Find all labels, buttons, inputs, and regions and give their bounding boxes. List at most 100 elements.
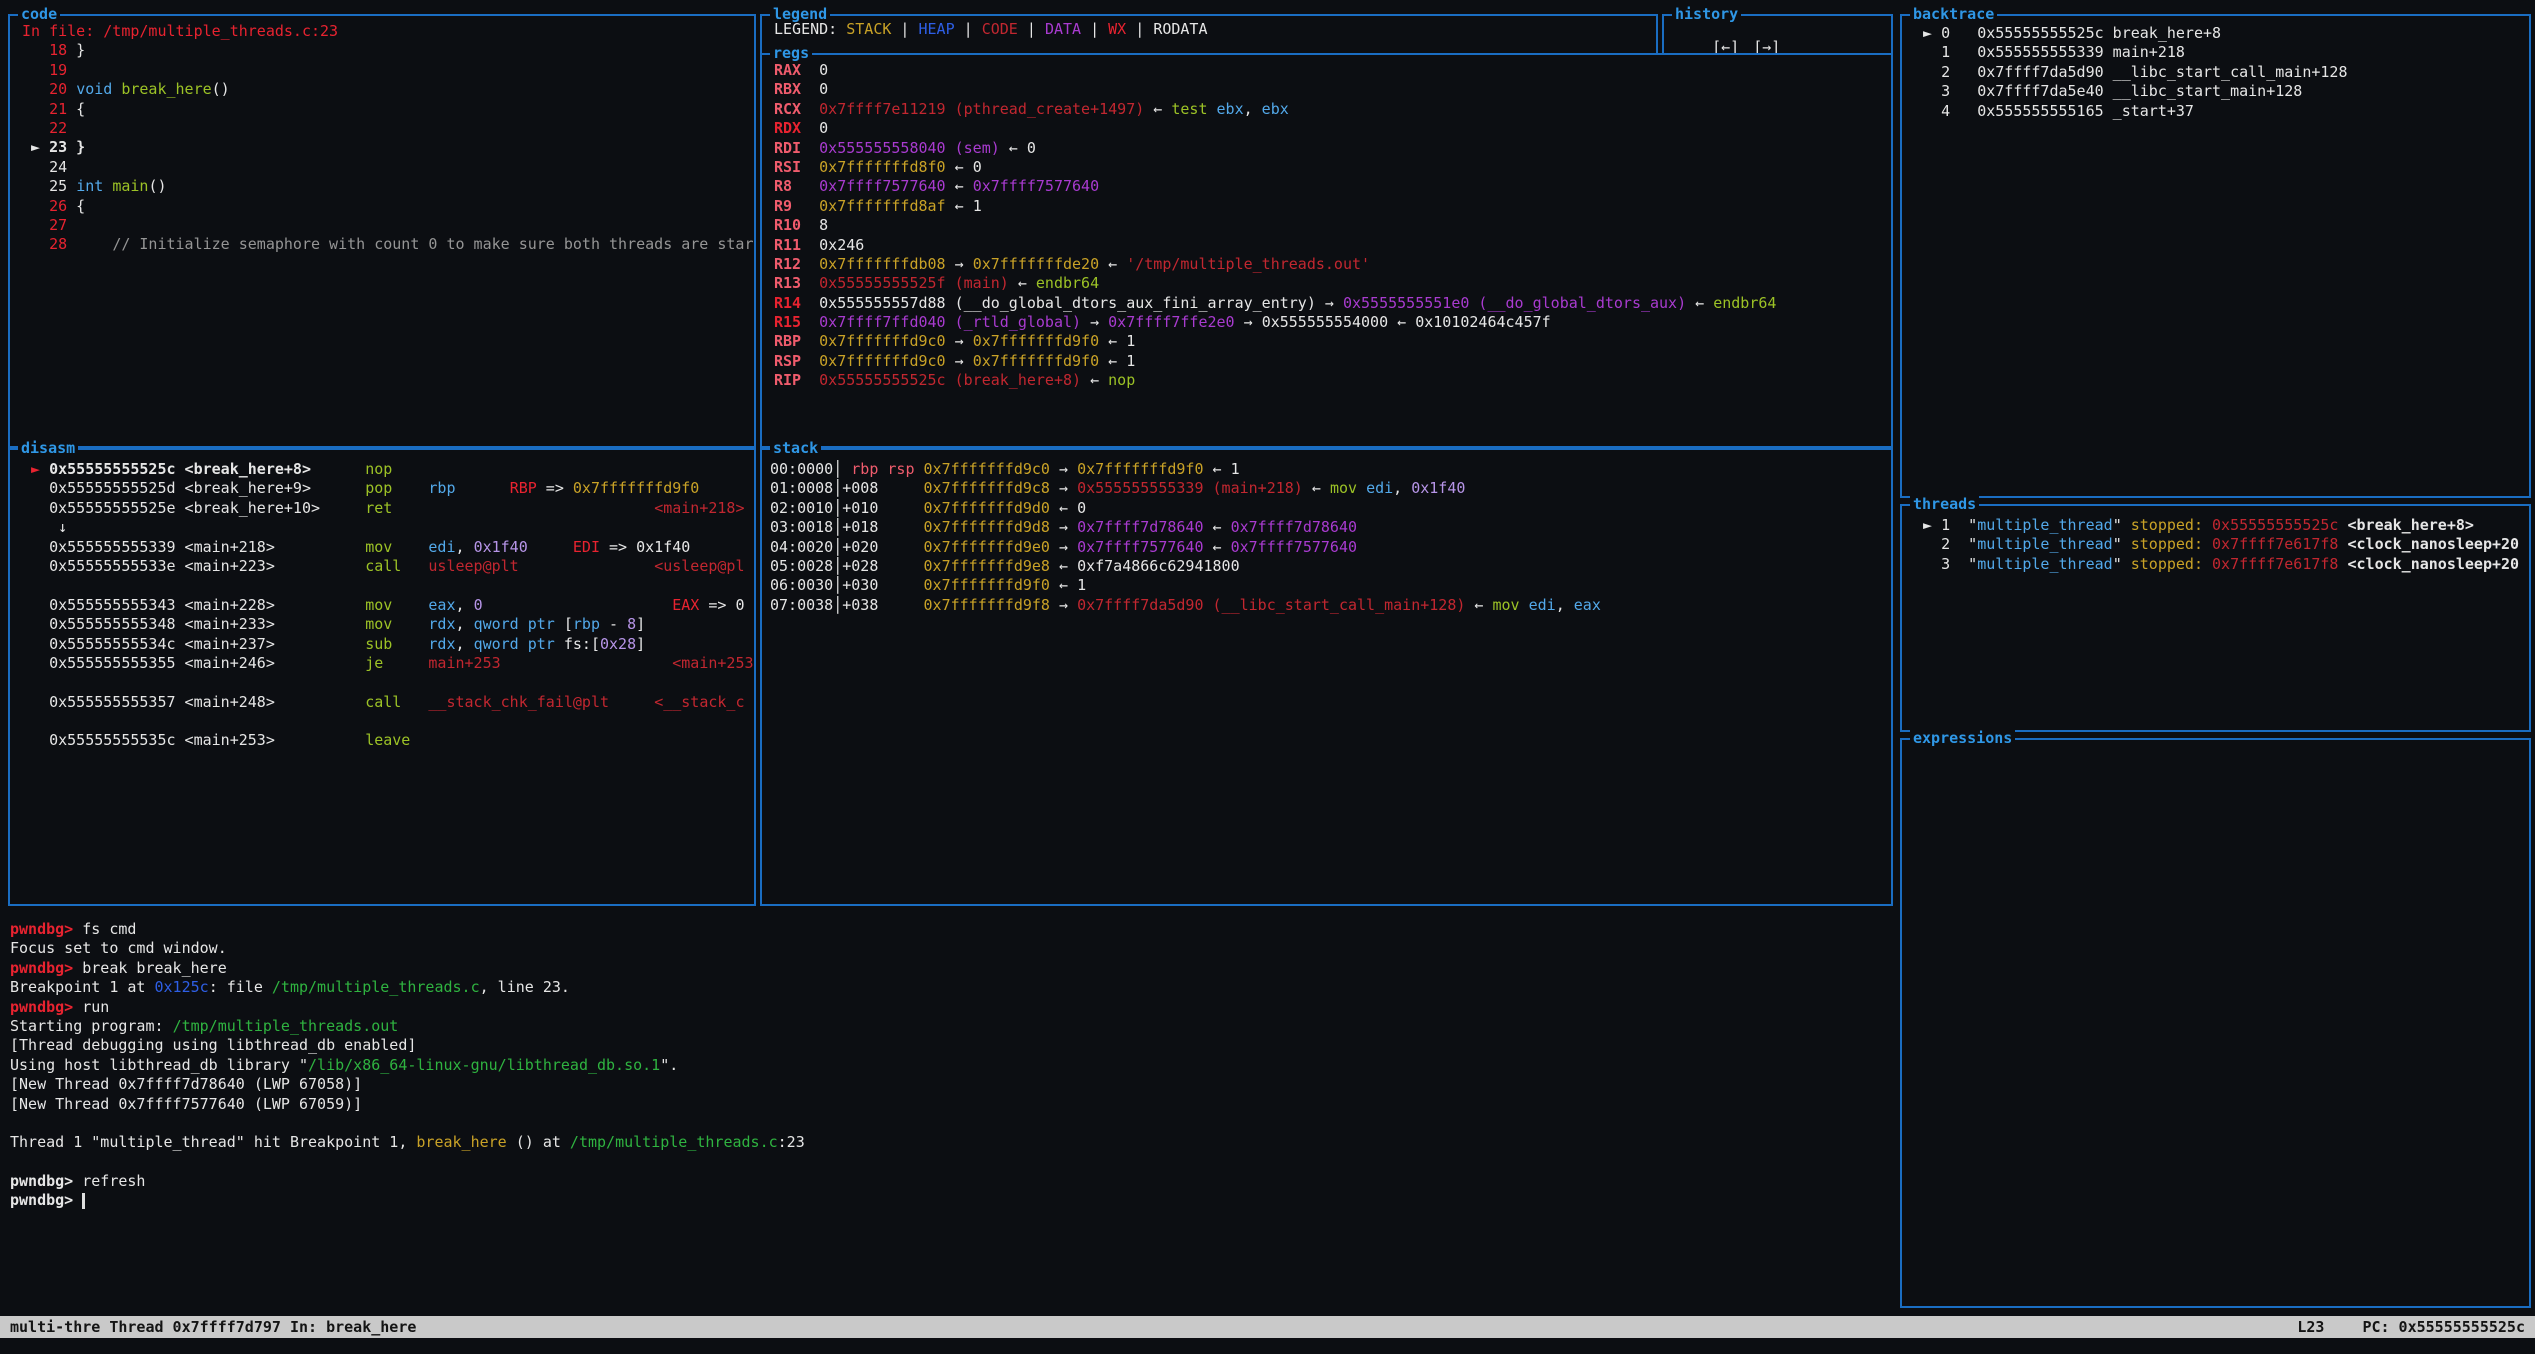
text-line: R8 0x7ffff7577640 ← 0x7ffff7577640: [774, 177, 1891, 196]
text-line: [22, 712, 754, 731]
text-line: pwndbg> run: [10, 998, 1896, 1017]
regs-panel-title: regs: [770, 44, 812, 62]
backtrace-panel-title: backtrace: [1910, 5, 1997, 23]
legend-panel-title: legend: [770, 5, 830, 23]
text-line: R10 8: [774, 216, 1891, 235]
text-line: Focus set to cmd window.: [10, 939, 1896, 958]
text-line: [New Thread 0x7ffff7577640 (LWP 67059)]: [10, 1095, 1896, 1114]
text-line: 0x555555555339 <main+218> mov edi, 0x1f4…: [22, 538, 754, 557]
text-line: R15 0x7ffff7ffd040 (_rtld_global) → 0x7f…: [774, 313, 1891, 332]
text-line: pwndbg>: [10, 1191, 1896, 1210]
text-line: 01:0008│+008 0x7fffffffd9c8 → 0x55555555…: [770, 479, 1891, 498]
text-line: Using host libthread_db library "/lib/x8…: [10, 1056, 1896, 1075]
text-line: ► 0 0x55555555525c break_here+8: [1914, 24, 2529, 43]
expressions-panel: expressions: [1900, 738, 2531, 1308]
text-line: 07:0038│+038 0x7fffffffd9f8 → 0x7ffff7da…: [770, 596, 1891, 615]
text-line: pwndbg> break break_here: [10, 959, 1896, 978]
text-line: RAX 0: [774, 61, 1891, 80]
expressions-panel-title: expressions: [1910, 729, 2015, 747]
text-line: 05:0028│+028 0x7fffffffd9e8 ← 0xf7a4866c…: [770, 557, 1891, 576]
text-line: 0x555555555355 <main+246> je main+253 <m…: [22, 654, 754, 673]
text-line: R11 0x246: [774, 236, 1891, 255]
text-line: 0x55555555525d <break_here+9> pop rbp RB…: [22, 479, 754, 498]
text-line: 21 {: [22, 100, 754, 119]
text-line: 26 {: [22, 197, 754, 216]
text-line: 0x55555555534c <main+237> sub rdx, qword…: [22, 635, 754, 654]
legend-panel: legend LEGEND: STACK | HEAP | CODE | DAT…: [760, 14, 1658, 53]
text-line: 28 // Initialize semaphore with count 0 …: [22, 235, 754, 254]
text-line: 2 0x7ffff7da5d90 __libc_start_call_main+…: [1914, 63, 2529, 82]
terminal-output[interactable]: pwndbg> fs cmdFocus set to cmd window.pw…: [0, 906, 1896, 1211]
text-line: 0x555555555357 <main+248> call __stack_c…: [22, 693, 754, 712]
text-line: 18 }: [22, 41, 754, 60]
disassembly-view: ► 0x55555555525c <break_here+8> nop 0x55…: [10, 450, 754, 904]
text-line: 04:0020│+020 0x7fffffffd9e0 → 0x7ffff757…: [770, 538, 1891, 557]
text-line: 0x55555555535c <main+253> leave: [22, 731, 754, 750]
text-line: 24: [22, 158, 754, 177]
text-line: pwndbg> fs cmd: [10, 920, 1896, 939]
text-line: [22, 673, 754, 692]
text-line: [New Thread 0x7ffff7d78640 (LWP 67058)]: [10, 1075, 1896, 1094]
expressions-view: [1902, 740, 2529, 1306]
text-line: ↓: [22, 518, 754, 537]
text-line: Breakpoint 1 at 0x125c: file /tmp/multip…: [10, 978, 1896, 997]
history-back-button[interactable]: [←]: [1712, 38, 1739, 53]
text-line: 20 void break_here(): [22, 80, 754, 99]
text-line: pwndbg> refresh: [10, 1172, 1896, 1191]
text-line: Starting program: /tmp/multiple_threads.…: [10, 1017, 1896, 1036]
threads-view: ► 1 "multiple_thread" stopped: 0x5555555…: [1902, 506, 2529, 730]
text-line: Thread 1 "multiple_thread" hit Breakpoin…: [10, 1133, 1896, 1152]
backtrace-view: ► 0 0x55555555525c break_here+8 1 0x5555…: [1902, 16, 2529, 496]
status-line-number: L23: [2297, 1318, 2324, 1336]
text-line: ► 1 "multiple_thread" stopped: 0x5555555…: [1914, 516, 2529, 535]
history-panel-title: history: [1672, 5, 1741, 23]
stack-panel-title: stack: [770, 439, 821, 457]
text-line: RDI 0x555555558040 (sem) ← 0: [774, 139, 1891, 158]
text-line: 06:0030│+030 0x7fffffffd9f0 ← 1: [770, 576, 1891, 595]
stack-panel: stack 00:0000│ rbp rsp 0x7fffffffd9c0 → …: [760, 448, 1893, 906]
text-line: [10, 1114, 1896, 1133]
text-line: 19: [22, 61, 754, 80]
backtrace-panel: backtrace ► 0 0x55555555525c break_here+…: [1900, 14, 2531, 498]
disasm-panel: disasm ► 0x55555555525c <break_here+8> n…: [8, 448, 756, 906]
text-line: R13 0x55555555525f (main) ← endbr64: [774, 274, 1891, 293]
status-bar: multi-thre Thread 0x7ffff7d797 In: break…: [0, 1316, 2535, 1338]
code-panel-title: code: [18, 5, 60, 23]
text-line: RIP 0x55555555525c (break_here+8) ← nop: [774, 371, 1891, 390]
text-line: In file: /tmp/multiple_threads.c:23: [22, 22, 754, 41]
text-line: 3 0x7ffff7da5e40 __libc_start_main+128: [1914, 82, 2529, 101]
text-line: RSI 0x7fffffffd8f0 ← 0: [774, 158, 1891, 177]
regs-panel: regs RAX 0RBX 0RCX 0x7ffff7e11219 (pthre…: [760, 53, 1893, 448]
text-line: 4 0x555555555165 _start+37: [1914, 102, 2529, 121]
text-line: 1 0x555555555339 main+218: [1914, 43, 2529, 62]
gdb-terminal[interactable]: pwndbg> fs cmdFocus set to cmd window.pw…: [0, 906, 1896, 1314]
text-line: ► 23 }: [22, 138, 754, 157]
text-line: [22, 576, 754, 595]
code-panel: code In file: /tmp/multiple_threads.c:23…: [8, 14, 756, 448]
text-line: RSP 0x7fffffffd9c0 → 0x7fffffffd9f0 ← 1: [774, 352, 1891, 371]
threads-panel: threads ► 1 "multiple_thread" stopped: 0…: [1900, 504, 2531, 732]
history-panel: history [←][→]: [1662, 14, 1893, 53]
text-line: 2 "multiple_thread" stopped: 0x7ffff7e61…: [1914, 535, 2529, 554]
status-pc: PC: 0x55555555525c: [2362, 1318, 2525, 1336]
text-line: [Thread debugging using libthread_db ena…: [10, 1036, 1896, 1055]
text-line: R12 0x7fffffffdb08 → 0x7fffffffde20 ← '/…: [774, 255, 1891, 274]
source-code-view: In file: /tmp/multiple_threads.c:23 18 }…: [10, 16, 754, 446]
text-line: ► 0x55555555525c <break_here+8> nop: [22, 460, 754, 479]
text-line: LEGEND: STACK | HEAP | CODE | DATA | WX …: [774, 20, 1656, 39]
text-line: 22: [22, 119, 754, 138]
text-line: 0x55555555533e <main+223> call usleep@pl…: [22, 557, 754, 576]
text-line: 00:0000│ rbp rsp 0x7fffffffd9c0 → 0x7fff…: [770, 460, 1891, 479]
text-line: RBP 0x7fffffffd9c0 → 0x7fffffffd9f0 ← 1: [774, 332, 1891, 351]
text-line: 0x55555555525e <break_here+10> ret <main…: [22, 499, 754, 518]
text-line: 27: [22, 216, 754, 235]
text-line: RDX 0: [774, 119, 1891, 138]
text-line: 0x555555555348 <main+233> mov rdx, qword…: [22, 615, 754, 634]
history-forward-button[interactable]: [→]: [1753, 38, 1780, 53]
text-line: 02:0010│+010 0x7fffffffd9d0 ← 0: [770, 499, 1891, 518]
text-line: 0x555555555343 <main+228> mov eax, 0 EAX…: [22, 596, 754, 615]
registers-view: RAX 0RBX 0RCX 0x7ffff7e11219 (pthread_cr…: [762, 55, 1891, 446]
text-line: RCX 0x7ffff7e11219 (pthread_create+1497)…: [774, 100, 1891, 119]
status-thread-info: multi-thre Thread 0x7ffff7d797 In: break…: [10, 1318, 416, 1336]
legend-line: LEGEND: STACK | HEAP | CODE | DATA | WX …: [762, 16, 1656, 53]
